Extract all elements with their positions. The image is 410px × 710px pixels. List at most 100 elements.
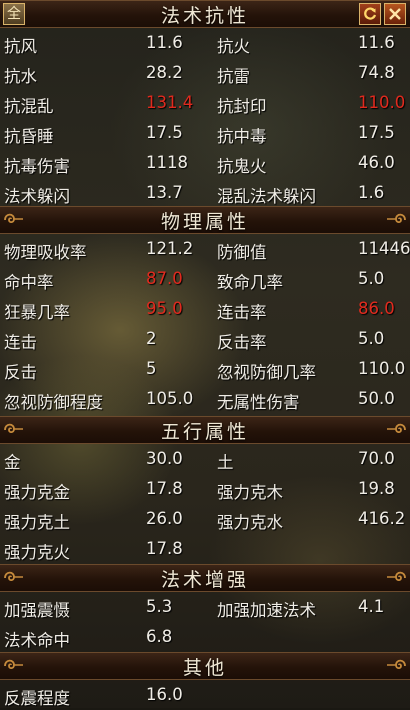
- stat-row: 强力克火 17.8: [0, 534, 410, 564]
- stat-label: 法术躲闪: [4, 187, 70, 206]
- stat-value: 121.2: [146, 239, 194, 258]
- stat-value: 28.2: [146, 63, 183, 82]
- stat-row: 反震程度 16.0: [0, 680, 410, 710]
- stat-value-highlight: 131.4: [146, 93, 194, 112]
- stat-label: 物理吸收率: [4, 243, 87, 262]
- stat-label: 抗火: [217, 37, 250, 56]
- stat-label: 抗混乱: [4, 97, 54, 116]
- stat-value: 11.6: [146, 33, 183, 52]
- section-title: 五行属性: [160, 420, 249, 443]
- stat-label: 抗中毒: [217, 127, 267, 146]
- stat-label: 加强加速法术: [217, 601, 316, 620]
- stat-label: 命中率: [4, 273, 54, 292]
- stat-label: 强力克木: [217, 483, 283, 502]
- close-button[interactable]: [384, 3, 406, 25]
- stat-row: 强力克金 17.8 强力克木 19.8: [0, 474, 410, 504]
- stat-value: 70.0: [358, 449, 395, 468]
- stat-value: 2: [146, 329, 157, 348]
- stat-label: 加强震慑: [4, 601, 70, 620]
- stat-value: 17.8: [146, 539, 183, 558]
- stat-row: 法术躲闪 13.7 混乱法术躲闪 1.6: [0, 178, 410, 208]
- stat-label: 土: [217, 453, 234, 472]
- stat-label: 强力克火: [4, 543, 70, 562]
- stat-value: 17.5: [358, 123, 395, 142]
- stat-label: 连击: [4, 333, 37, 352]
- stat-label: 反震程度: [4, 689, 70, 708]
- scroll-ornament-icon: [4, 213, 23, 224]
- stat-value: 16.0: [146, 685, 183, 704]
- stat-value: 5.0: [358, 269, 385, 288]
- stat-row: 金 30.0 土 70.0: [0, 444, 410, 474]
- section-title: 法术抗性: [160, 4, 249, 27]
- stat-value: 105.0: [146, 389, 194, 408]
- stat-row: 反击 5 忽视防御几率 110.0: [0, 354, 410, 384]
- stat-value: 4.1: [358, 597, 385, 616]
- section-header-physical: 物理属性: [0, 206, 410, 234]
- stat-value-highlight: 87.0: [146, 269, 183, 288]
- section-header-other: 其他: [0, 652, 410, 680]
- show-all-button[interactable]: 全: [3, 3, 25, 25]
- stat-value: 17.8: [146, 479, 183, 498]
- stat-row: 狂暴几率 95.0 连击率 86.0: [0, 294, 410, 324]
- stat-row: 抗风 11.6 抗火 11.6: [0, 28, 410, 58]
- section-header-spell-boost: 法术增强: [0, 564, 410, 592]
- stat-value: 17.5: [146, 123, 183, 142]
- show-all-label: 全: [7, 6, 21, 22]
- scroll-ornament-icon: [387, 423, 406, 434]
- stat-value: 1.6: [358, 183, 385, 202]
- stat-label: 强力克金: [4, 483, 70, 502]
- stat-label: 抗风: [4, 37, 37, 56]
- stat-row: 抗混乱 131.4 抗封印 110.0: [0, 88, 410, 118]
- stat-value: 5: [146, 359, 157, 378]
- section-title: 物理属性: [160, 210, 249, 233]
- stat-label: 致命几率: [217, 273, 283, 292]
- stat-label: 强力克水: [217, 513, 283, 532]
- stat-row: 忽视防御程度 105.0 无属性伤害 50.0: [0, 384, 410, 414]
- refresh-button[interactable]: [359, 3, 381, 25]
- stat-value: 11.6: [358, 33, 395, 52]
- stat-value: 13.7: [146, 183, 183, 202]
- stat-row: 抗毒伤害 1118 抗鬼火 46.0: [0, 148, 410, 178]
- refresh-icon: [364, 7, 377, 20]
- stat-label: 忽视防御几率: [217, 363, 316, 382]
- stat-label: 抗雷: [217, 67, 250, 86]
- stat-label: 狂暴几率: [4, 303, 70, 322]
- stat-label: 连击率: [217, 303, 267, 322]
- stat-label: 忽视防御程度: [4, 393, 103, 412]
- stat-value: 11446: [358, 239, 410, 258]
- scroll-ornament-icon: [4, 423, 23, 434]
- stat-label: 法术命中: [4, 631, 70, 650]
- stat-row: 抗水 28.2 抗雷 74.8: [0, 58, 410, 88]
- stat-value: 416.2: [358, 509, 406, 528]
- stat-value-highlight: 110.0: [358, 93, 406, 112]
- section-header-five-elements: 五行属性: [0, 416, 410, 444]
- stat-row: 连击 2 反击率 5.0: [0, 324, 410, 354]
- section-title: 法术增强: [160, 568, 249, 591]
- close-icon: [389, 8, 401, 20]
- stat-label: 抗毒伤害: [4, 157, 70, 176]
- stat-value: 19.8: [358, 479, 395, 498]
- stat-label: 无属性伤害: [217, 393, 300, 412]
- stat-value-highlight: 95.0: [146, 299, 183, 318]
- stat-value: 5.3: [146, 597, 173, 616]
- scroll-ornament-icon: [4, 571, 23, 582]
- stat-value: 110.0: [358, 359, 406, 378]
- stat-row: 物理吸收率 121.2 防御值 11446: [0, 234, 410, 264]
- stat-row: 加强震慑 5.3 加强加速法术 4.1: [0, 592, 410, 622]
- stat-value: 46.0: [358, 153, 395, 172]
- stat-row: 法术命中 6.8: [0, 622, 410, 652]
- stat-value: 5.0: [358, 329, 385, 348]
- stat-value: 74.8: [358, 63, 395, 82]
- stat-label: 抗昏睡: [4, 127, 54, 146]
- section-title: 其他: [182, 656, 227, 679]
- stat-row: 抗昏睡 17.5 抗中毒 17.5: [0, 118, 410, 148]
- stat-value: 30.0: [146, 449, 183, 468]
- scroll-ornament-icon: [387, 571, 406, 582]
- stat-row: 命中率 87.0 致命几率 5.0: [0, 264, 410, 294]
- stat-label: 强力克土: [4, 513, 70, 532]
- stat-value: 50.0: [358, 389, 395, 408]
- scroll-ornament-icon: [387, 659, 406, 670]
- section-header-spell-resist: 法术抗性: [0, 0, 410, 28]
- stat-row: 强力克土 26.0 强力克水 416.2: [0, 504, 410, 534]
- stat-label: 反击: [4, 363, 37, 382]
